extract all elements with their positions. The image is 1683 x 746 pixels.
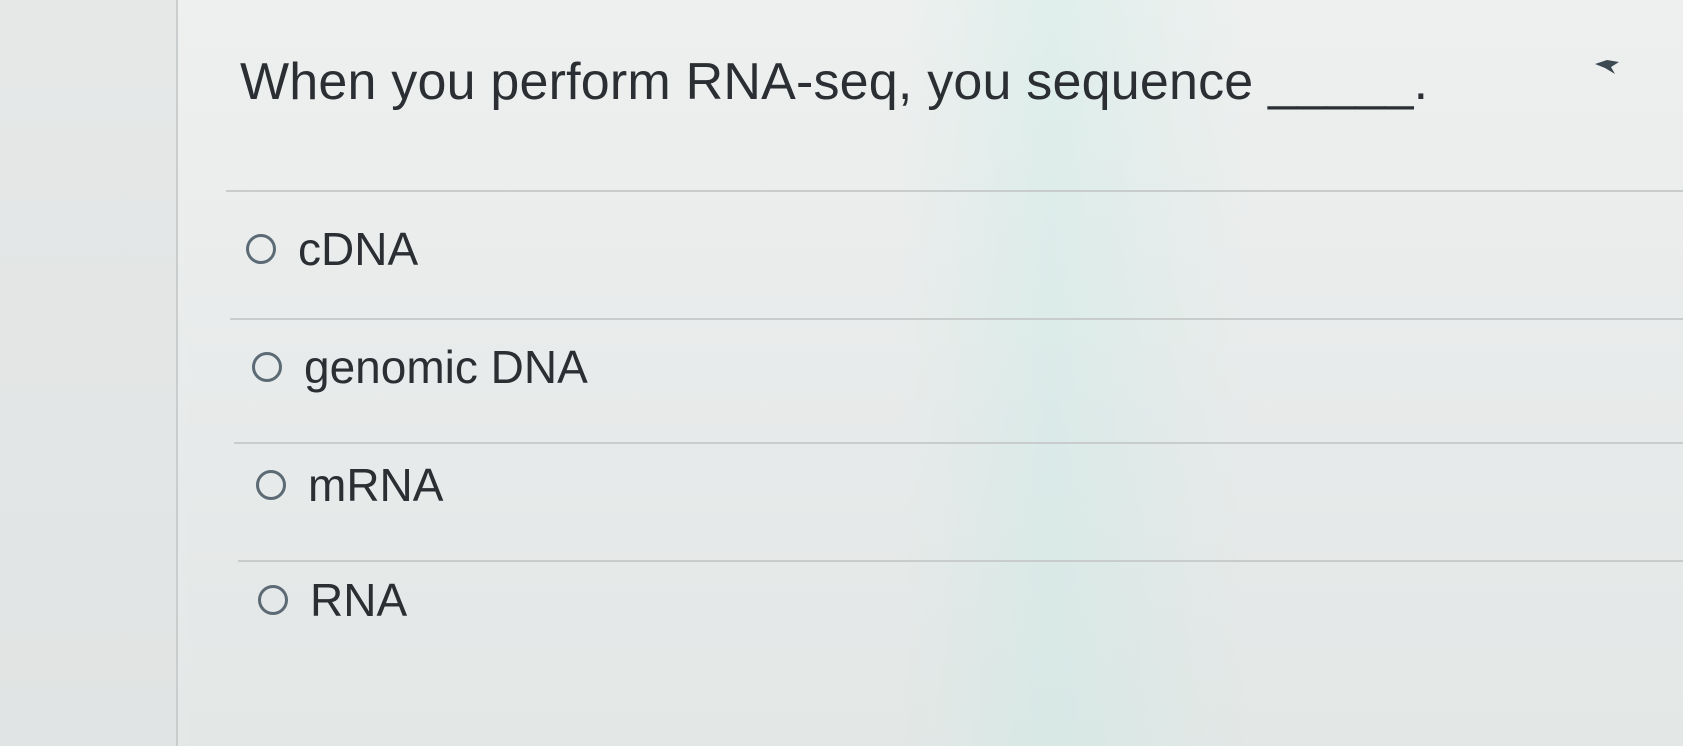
radio-button[interactable] <box>256 470 286 500</box>
radio-button[interactable] <box>252 352 282 382</box>
answer-label: mRNA <box>308 459 444 511</box>
answer-option-rna[interactable]: RNA <box>258 573 407 627</box>
divider <box>230 318 1683 320</box>
radio-button[interactable] <box>246 234 276 264</box>
divider <box>238 560 1683 562</box>
radio-button[interactable] <box>258 585 288 615</box>
divider <box>226 190 1683 192</box>
question-text: When you perform RNA-seq, you sequence _… <box>240 53 1429 111</box>
question-panel: When you perform RNA-seq, you sequence _… <box>178 0 1683 746</box>
divider <box>234 442 1683 444</box>
answer-option-cdna[interactable]: cDNA <box>246 222 418 276</box>
answer-label: RNA <box>310 574 408 626</box>
quiz-page: When you perform RNA-seq, you sequence _… <box>0 0 1683 746</box>
answer-option-genomic-dna[interactable]: genomic DNA <box>252 340 588 394</box>
answer-label: genomic DNA <box>304 341 588 393</box>
answer-option-mrna[interactable]: mRNA <box>256 458 443 512</box>
flag-icon[interactable] <box>1593 58 1621 78</box>
answer-label: cDNA <box>298 223 419 275</box>
left-gutter <box>0 0 176 746</box>
